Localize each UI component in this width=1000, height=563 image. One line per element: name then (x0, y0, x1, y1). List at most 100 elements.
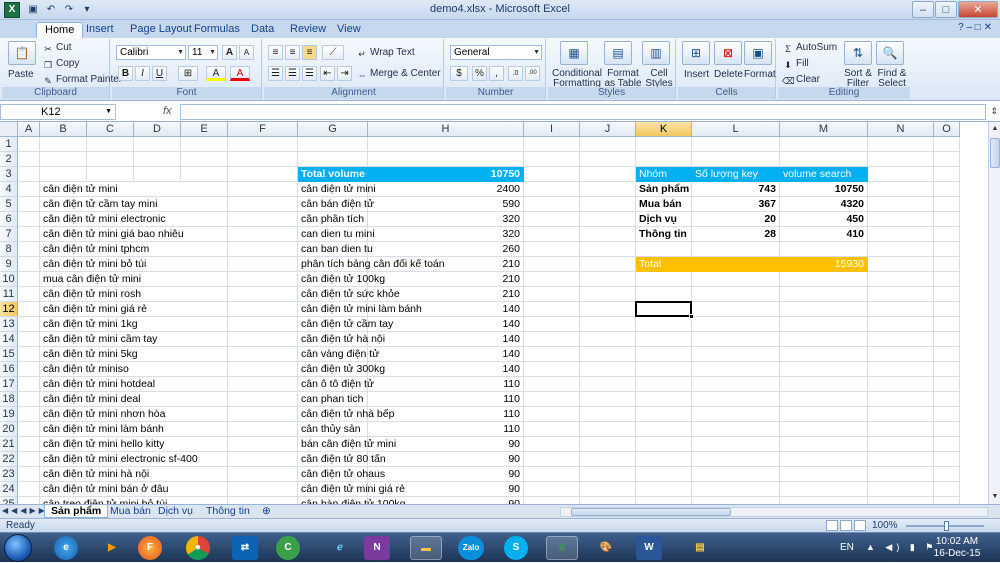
cell-o22[interactable] (934, 452, 960, 467)
cell-h14[interactable]: 140 (368, 332, 524, 347)
cell-g23[interactable]: cân điện tử ohaus (298, 467, 385, 482)
cell-m20[interactable] (780, 422, 868, 437)
cell-i23[interactable] (524, 467, 580, 482)
cell-l2[interactable] (692, 152, 780, 167)
cell-f7[interactable] (228, 227, 298, 242)
insert-cells-icon[interactable]: ⊞ (682, 41, 710, 65)
cell-o21[interactable] (934, 437, 960, 452)
cell-m15[interactable] (780, 347, 868, 362)
underline-button[interactable]: U (152, 66, 167, 81)
cell-m5[interactable]: 4320 (780, 197, 868, 212)
cell-o9[interactable] (934, 257, 960, 272)
cell-o20[interactable] (934, 422, 960, 437)
cell-g24[interactable]: cân điện tử mini giá rẻ (298, 482, 405, 497)
cell-f14[interactable] (228, 332, 298, 347)
maximize-button[interactable]: □ (935, 1, 957, 18)
cell-n19[interactable] (868, 407, 934, 422)
cell-styles-button[interactable]: Cell Styles (644, 69, 674, 89)
zalo-icon[interactable]: Zalo (458, 536, 484, 560)
cell-j24[interactable] (580, 482, 636, 497)
delete-button[interactable]: Delete (714, 69, 743, 81)
column-header-n[interactable]: N (868, 122, 934, 137)
cell-g3[interactable]: Total volume search (298, 167, 402, 182)
cell-n16[interactable] (868, 362, 934, 377)
cell-o17[interactable] (934, 377, 960, 392)
cell-a4[interactable] (18, 182, 40, 197)
cell-k6[interactable]: Dịch vụ (636, 212, 692, 227)
cell-f10[interactable] (228, 272, 298, 287)
cell-e18[interactable] (181, 392, 228, 407)
cell-g17[interactable]: cân ô tô điện tử (298, 377, 374, 392)
comma-button[interactable]: , (489, 66, 504, 81)
cell-n25[interactable] (868, 497, 934, 504)
help-icon[interactable]: ? – □ ✕ (958, 22, 992, 33)
fill-button[interactable]: ⬇ Fill (782, 58, 809, 71)
row-header-14[interactable]: 14 (0, 332, 18, 347)
cell-l9[interactable] (692, 257, 780, 272)
cell-n14[interactable] (868, 332, 934, 347)
zoom-level[interactable]: 100% (872, 520, 898, 531)
cell-n21[interactable] (868, 437, 934, 452)
autosum-button[interactable]: Σ AutoSum (782, 42, 837, 55)
select-all-corner[interactable] (0, 122, 18, 137)
column-header-f[interactable]: F (228, 122, 298, 137)
cell-e15[interactable] (181, 347, 228, 362)
cell-j2[interactable] (580, 152, 636, 167)
cell-o13[interactable] (934, 317, 960, 332)
cell-e3[interactable] (181, 167, 228, 182)
cell-a2[interactable] (18, 152, 40, 167)
cell-o16[interactable] (934, 362, 960, 377)
row-header-4[interactable]: 4 (0, 182, 18, 197)
cell-f9[interactable] (228, 257, 298, 272)
cell-g10[interactable]: cân điện tử 100kg (298, 272, 385, 287)
row-header-17[interactable]: 17 (0, 377, 18, 392)
cell-f1[interactable] (228, 137, 298, 152)
decrease-decimal-button[interactable]: .00 (525, 66, 540, 81)
row-header-12[interactable]: 12 (0, 302, 18, 317)
cell-o10[interactable] (934, 272, 960, 287)
cell-l25[interactable] (692, 497, 780, 504)
cell-i22[interactable] (524, 452, 580, 467)
cell-i3[interactable] (524, 167, 580, 182)
cell-a14[interactable] (18, 332, 40, 347)
decrease-indent-icon[interactable]: ⇤ (320, 66, 335, 81)
cell-h6[interactable]: 320 (368, 212, 524, 227)
cell-f25[interactable] (228, 497, 298, 504)
cell-k18[interactable] (636, 392, 692, 407)
cell-h20[interactable]: 110 (368, 422, 524, 437)
cell-f20[interactable] (228, 422, 298, 437)
cell-a20[interactable] (18, 422, 40, 437)
column-header-k[interactable]: K (636, 122, 692, 137)
bold-button[interactable]: B (118, 66, 133, 81)
cell-m17[interactable] (780, 377, 868, 392)
tab-view[interactable]: View (329, 22, 369, 38)
cell-g16[interactable]: cân điện tử 300kg (298, 362, 385, 377)
paint-icon[interactable]: 🎨 (590, 536, 622, 560)
cell-d18[interactable] (134, 392, 181, 407)
cell-e16[interactable] (181, 362, 228, 377)
cell-j10[interactable] (580, 272, 636, 287)
cell-b17[interactable]: cân điện tử mini hotdeal (40, 377, 155, 392)
sheet-tab-dich-vu[interactable]: Dịch vụ (152, 505, 199, 518)
explorer-icon[interactable]: ▤ (684, 536, 716, 560)
insert-button[interactable]: Insert (684, 69, 709, 81)
cell-f12[interactable] (228, 302, 298, 317)
cell-n10[interactable] (868, 272, 934, 287)
cell-e17[interactable] (181, 377, 228, 392)
row-header-3[interactable]: 3 (0, 167, 18, 182)
percent-button[interactable]: % (472, 66, 487, 81)
cell-n4[interactable] (868, 182, 934, 197)
cell-b13[interactable]: cân điện tử mini 1kg (40, 317, 138, 332)
cell-i21[interactable] (524, 437, 580, 452)
horizontal-scrollbar[interactable] (560, 507, 988, 517)
cell-j14[interactable] (580, 332, 636, 347)
close-button[interactable]: ✕ (958, 1, 998, 18)
cell-b9[interactable]: cân điện tử mini bỏ túi (40, 257, 146, 272)
row-header-22[interactable]: 22 (0, 452, 18, 467)
cell-m12[interactable] (780, 302, 868, 317)
cell-l5[interactable]: 367 (692, 197, 780, 212)
column-header-a[interactable]: A (18, 122, 40, 137)
cell-k11[interactable] (636, 287, 692, 302)
cell-i24[interactable] (524, 482, 580, 497)
scroll-down-icon[interactable]: ▼ (989, 490, 1000, 504)
